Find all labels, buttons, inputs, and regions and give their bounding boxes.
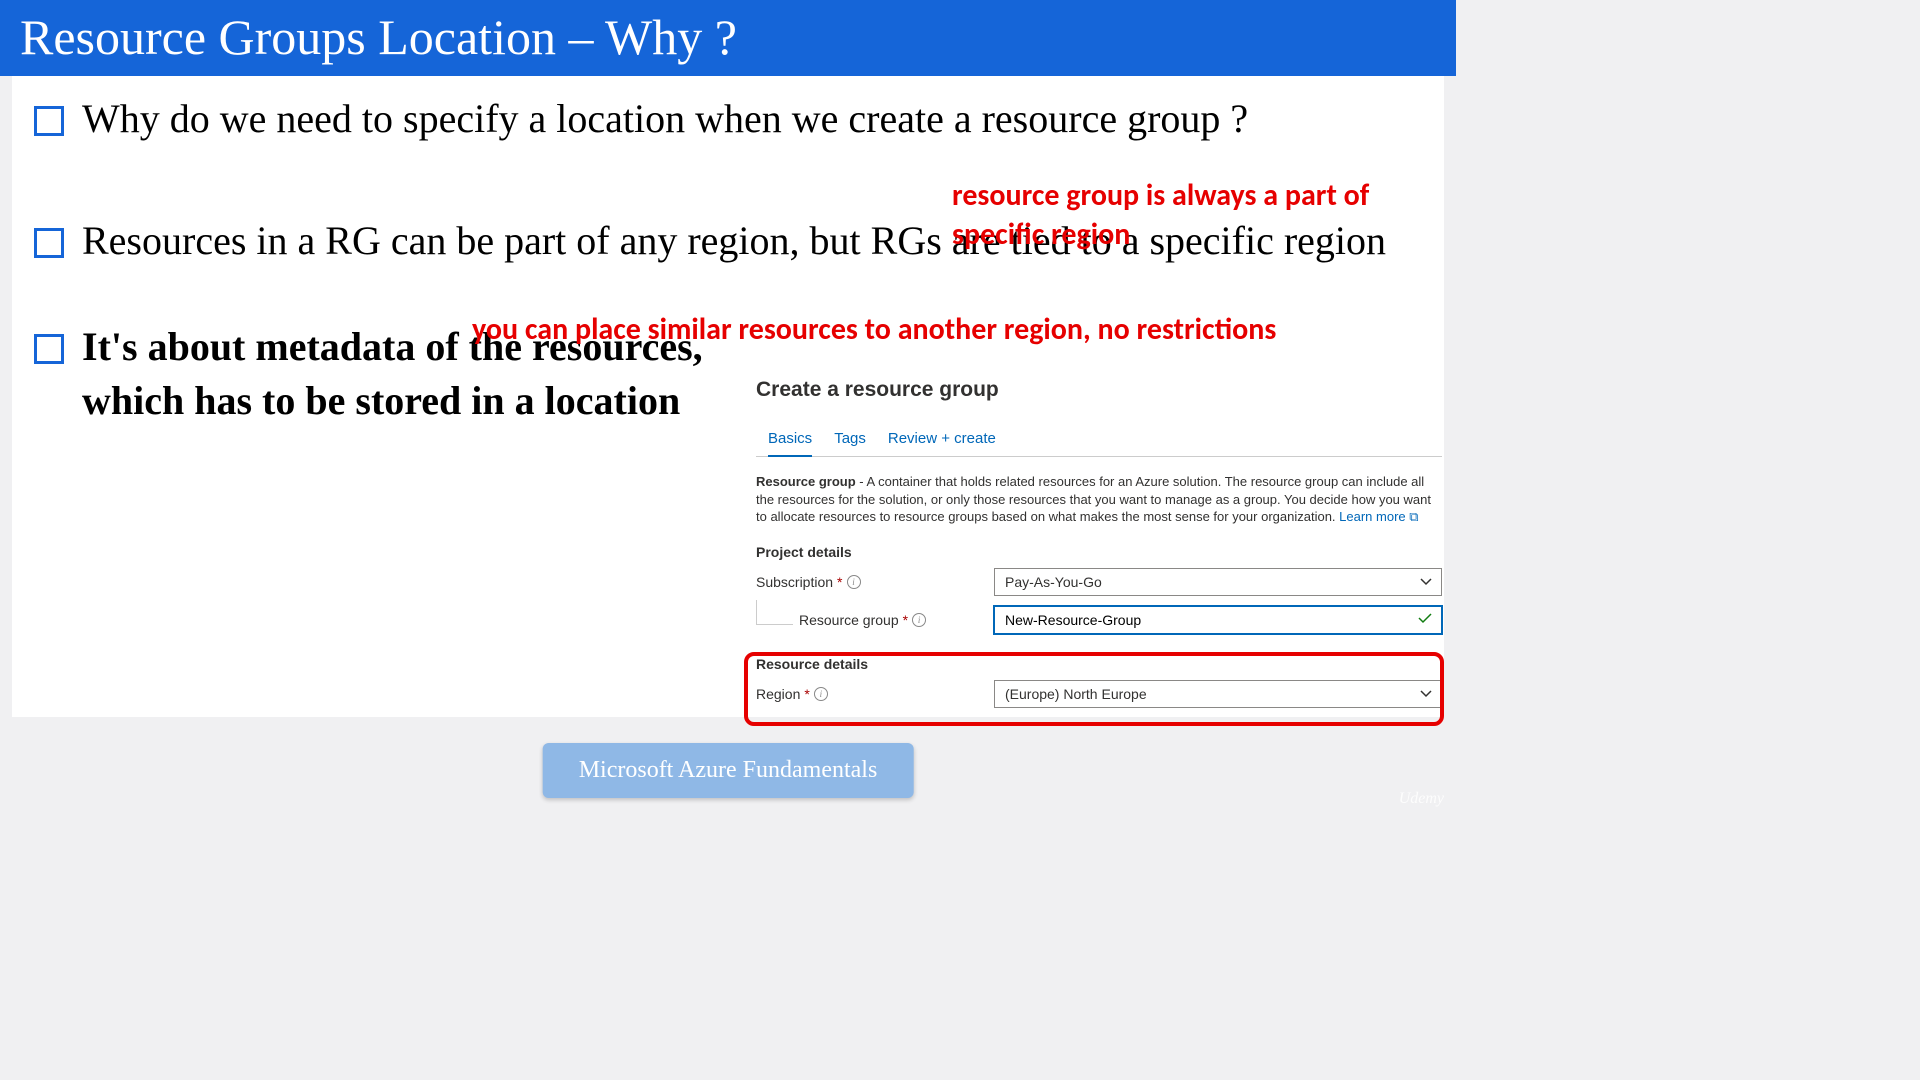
learn-more-link[interactable]: Learn more ⧉ — [1339, 509, 1418, 524]
required-asterisk: * — [837, 574, 842, 590]
azure-create-rg-panel: Create a resource group Basics Tags Revi… — [756, 378, 1442, 718]
slide: Resource Groups Location – Why ? Why do … — [0, 0, 1456, 816]
external-link-icon: ⧉ — [1409, 509, 1418, 524]
square-bullet-icon — [34, 228, 64, 258]
azure-tabs: Basics Tags Review + create — [756, 430, 1442, 457]
subscription-select[interactable]: Pay-As-You-Go — [994, 568, 1442, 596]
azure-description: Resource group - A container that holds … — [756, 473, 1442, 526]
udemy-watermark: Udemy — [1399, 790, 1444, 808]
resource-details-heading: Resource details — [756, 656, 1442, 672]
bullet-1: Why do we need to specify a location whe… — [34, 92, 1434, 146]
tab-review-create[interactable]: Review + create — [888, 430, 996, 456]
resource-group-row: Resource group * i — [756, 606, 1442, 634]
bullet-1-text: Why do we need to specify a location whe… — [82, 92, 1248, 146]
required-asterisk: * — [804, 686, 809, 702]
resource-group-label: Resource group * i — [799, 612, 994, 628]
azure-panel-title: Create a resource group — [756, 378, 1442, 402]
info-icon[interactable]: i — [847, 575, 861, 589]
annotation-middle: you can place similar resources to anoth… — [472, 310, 1292, 349]
square-bullet-icon — [34, 334, 64, 364]
region-label: Region * i — [756, 686, 994, 702]
region-select[interactable]: (Europe) North Europe — [994, 680, 1442, 708]
region-row: Region * i (Europe) North Europe — [756, 680, 1442, 708]
required-asterisk: * — [903, 612, 908, 628]
subscription-row: Subscription * i Pay-As-You-Go — [756, 568, 1442, 596]
square-bullet-icon — [34, 106, 64, 136]
azure-desc-rest: - A container that holds related resourc… — [756, 474, 1431, 524]
annotation-top-right: resource group is always a part of speci… — [952, 176, 1442, 254]
azure-desc-bold: Resource group — [756, 474, 856, 489]
tab-tags[interactable]: Tags — [834, 430, 866, 456]
course-badge: Microsoft Azure Fundamentals — [543, 743, 914, 798]
project-details-heading: Project details — [756, 544, 1442, 560]
tab-basics[interactable]: Basics — [768, 430, 812, 457]
info-icon[interactable]: i — [814, 687, 828, 701]
subscription-label: Subscription * i — [756, 574, 994, 590]
resource-group-input[interactable] — [994, 606, 1442, 634]
indent-connector — [756, 600, 793, 625]
info-icon[interactable]: i — [912, 613, 926, 627]
slide-title: Resource Groups Location – Why ? — [0, 0, 1456, 76]
